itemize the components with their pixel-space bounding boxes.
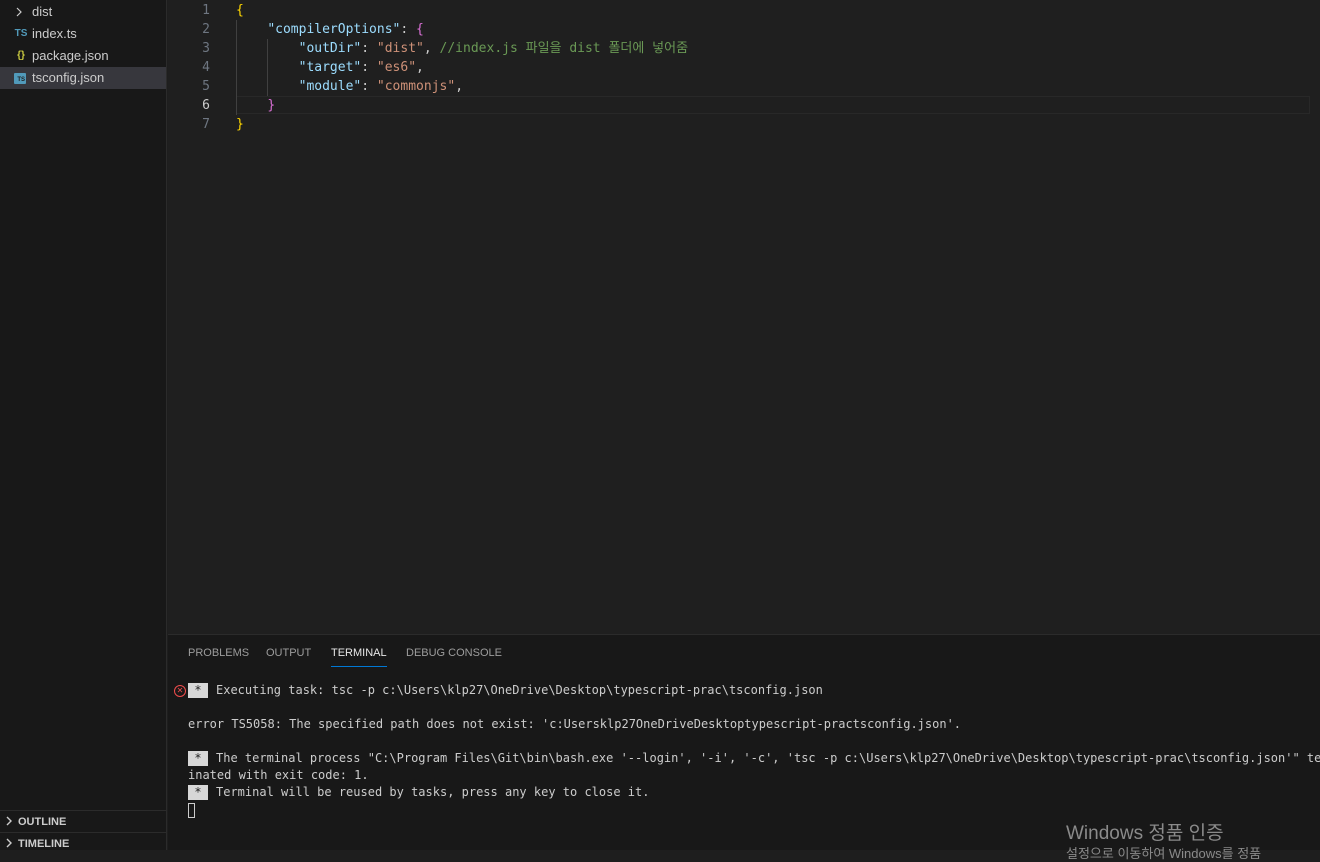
code-line[interactable]: 3 "outDir": "dist", //index.js 파일을 dist … xyxy=(168,39,1320,58)
line-number: 1 xyxy=(202,3,210,18)
line-number: 5 xyxy=(202,79,210,94)
code-token: : xyxy=(361,79,377,94)
explorer-folder-dist[interactable]: dist xyxy=(0,1,166,23)
line-content: "module": "commonjs", xyxy=(236,77,463,96)
code-line[interactable]: 5 "module": "commonjs", xyxy=(168,77,1320,96)
explorer-item-label: dist xyxy=(32,4,53,19)
line-number: 2 xyxy=(202,22,210,37)
code-token: , xyxy=(416,60,424,75)
line-content: } xyxy=(236,115,244,134)
code-token: } xyxy=(267,98,276,113)
tab-output[interactable]: OUTPUT xyxy=(266,647,311,669)
code-line[interactable]: 4 "target": "es6", xyxy=(168,58,1320,77)
explorer-item-label: package.json xyxy=(32,48,109,63)
terminal-line-process: * The terminal process "C:\Program Files\… xyxy=(188,750,1320,767)
code-line[interactable]: 6 } xyxy=(168,96,1320,115)
code-token: "target" xyxy=(298,60,362,75)
terminal-text: Executing task: tsc -p c:\Users\klp27\On… xyxy=(216,683,823,697)
chevron-right-icon xyxy=(6,816,12,826)
explorer-file-tsconfig-json[interactable]: TS tsconfig.json xyxy=(0,67,166,89)
code-token: : xyxy=(400,22,417,37)
explorer-file-index-ts[interactable]: TS index.ts xyxy=(0,23,166,45)
code-token: "compilerOptions" xyxy=(267,22,401,37)
code-token: } xyxy=(236,117,244,132)
code-token: { xyxy=(236,3,244,18)
outline-section-header[interactable]: OUTLINE xyxy=(0,810,167,832)
line-content: "target": "es6", xyxy=(236,58,424,77)
code-editor[interactable]: 1{2 "compilerOptions": {3 "outDir": "dis… xyxy=(168,0,1320,634)
terminal-line-reuse: * Terminal will be reused by tasks, press… xyxy=(188,784,649,801)
code-line[interactable]: 2 "compilerOptions": { xyxy=(168,20,1320,39)
task-marker: * xyxy=(188,785,208,800)
typescript-file-icon: TS xyxy=(14,28,28,39)
line-content: "compilerOptions": { xyxy=(236,20,424,39)
windows-activation-title: Windows 정품 인증 xyxy=(1066,823,1224,844)
tab-terminal[interactable]: TERMINAL xyxy=(331,647,387,669)
code-token: , xyxy=(423,41,440,56)
tab-problems[interactable]: PROBLEMS xyxy=(188,647,249,669)
code-token: "es6" xyxy=(376,60,417,75)
code-token: , xyxy=(455,79,464,94)
code-token: : xyxy=(361,60,377,75)
line-number: 3 xyxy=(202,41,210,56)
code-token: "commonjs" xyxy=(376,79,456,94)
windows-activation-subtitle: 설정으로 이동하여 Windows를 정품 xyxy=(1066,846,1262,861)
terminal-line-error: error TS5058: The specified path does no… xyxy=(188,717,962,731)
line-content: { xyxy=(236,1,244,20)
line-number: 4 xyxy=(202,60,210,75)
code-token: : xyxy=(361,41,377,56)
line-number: 6 xyxy=(202,98,210,113)
code-line[interactable]: 1{ xyxy=(168,1,1320,20)
outline-label: OUTLINE xyxy=(18,816,67,828)
current-line-highlight xyxy=(236,96,1310,114)
terminal-cursor xyxy=(188,803,195,818)
explorer-item-label: tsconfig.json xyxy=(32,70,105,85)
timeline-label: TIMELINE xyxy=(18,838,70,850)
tab-debug-console[interactable]: DEBUG CONSOLE xyxy=(406,647,502,669)
task-marker: * xyxy=(188,683,208,698)
explorer-sidebar: dist TS index.ts {} package.json TS tsco… xyxy=(0,0,167,850)
code-token: "dist" xyxy=(376,41,424,56)
explorer-file-package-json[interactable]: {} package.json xyxy=(0,45,166,67)
explorer-item-label: index.ts xyxy=(32,26,77,41)
code-token: "module" xyxy=(298,79,362,94)
code-token: "outDir" xyxy=(298,41,362,56)
code-token: //index.js 파일을 dist 폴더에 넣어줌 xyxy=(439,41,689,56)
timeline-section-header[interactable]: TIMELINE xyxy=(0,832,167,854)
tsconfig-file-icon: TS xyxy=(14,73,26,84)
line-content: } xyxy=(236,96,275,115)
json-file-icon: {} xyxy=(17,50,25,61)
code-line[interactable]: 7} xyxy=(168,115,1320,134)
terminal-line-process-cont: inated with exit code: 1. xyxy=(188,768,369,782)
chevron-right-icon xyxy=(6,838,12,848)
chevron-right-icon xyxy=(16,7,22,17)
terminal-line-executing: * Executing task: tsc -p c:\Users\klp27\O… xyxy=(188,682,823,699)
terminal-text: Terminal will be reused by tasks, press … xyxy=(216,785,650,799)
task-marker: * xyxy=(188,751,208,766)
tsconfig-icon-text: TS xyxy=(17,77,25,83)
line-number: 7 xyxy=(202,117,210,132)
line-content: "outDir": "dist", //index.js 파일을 dist 폴더… xyxy=(236,39,688,58)
error-circle-icon: ✕ xyxy=(174,685,186,697)
terminal-text: The terminal process "C:\Program Files\G… xyxy=(216,751,1320,765)
code-token: { xyxy=(416,22,424,37)
